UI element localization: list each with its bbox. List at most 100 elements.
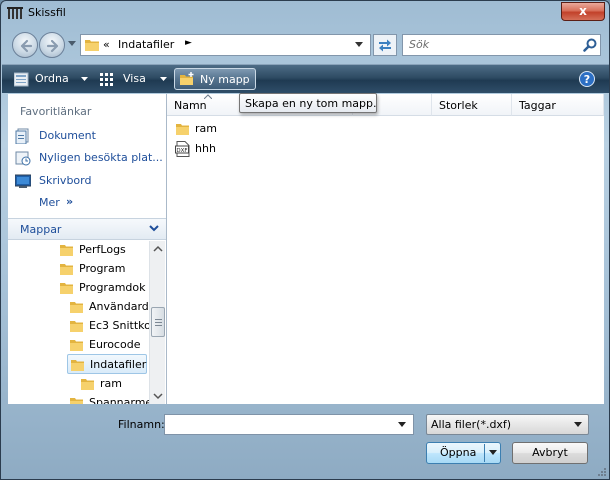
organize-label: Ordna: [35, 72, 69, 85]
tree-item-label: Program: [79, 262, 126, 275]
new-folder-label: Ny mapp: [200, 73, 250, 86]
filename-input[interactable]: [164, 414, 414, 435]
help-label: ?: [584, 73, 590, 86]
address-path-segment[interactable]: Indatafiler: [118, 38, 174, 51]
column-label: Storlek: [439, 99, 478, 112]
folder-tree-scrollbar[interactable]: [149, 241, 165, 404]
column-header-tags[interactable]: Taggar: [512, 94, 604, 116]
favorites-header: Favoritlänkar: [20, 105, 92, 118]
new-folder-tooltip: Skapa en ny tom mapp.: [239, 93, 377, 113]
tree-item-program[interactable]: Program: [59, 260, 147, 278]
tree-item-label: Programdok: [79, 281, 146, 294]
cancel-button[interactable]: Avbryt: [512, 442, 588, 464]
tree-item-ram[interactable]: ram: [80, 375, 146, 393]
file-item-ram[interactable]: ram: [175, 120, 475, 138]
folder-icon: [60, 283, 73, 294]
open-button[interactable]: Öppna: [426, 442, 501, 464]
search-input[interactable]: Sök: [409, 38, 429, 51]
address-segment-arrow[interactable]: ►: [185, 38, 192, 48]
open-label: Öppna: [440, 446, 477, 459]
documents-icon: [15, 128, 29, 144]
file-name: hhh: [195, 142, 216, 155]
refresh-icon: [379, 39, 391, 52]
tree-item-anvandard[interactable]: Användard: [69, 298, 149, 316]
favorite-desktop[interactable]: Skrivbord: [13, 172, 163, 190]
column-label: Namn: [174, 99, 207, 112]
filter-value: Alla filer(*.dxf): [431, 418, 512, 431]
tree-item-indatafiler[interactable]: Indatafiler: [67, 354, 147, 374]
search-box[interactable]: Sök: [402, 34, 601, 56]
chevron-down-icon: [149, 225, 159, 232]
tree-item-eurocode[interactable]: Eurocode: [69, 336, 149, 354]
tooltip-text: Skapa en ny tom mapp.: [245, 97, 377, 110]
address-overflow-chevron[interactable]: «: [103, 38, 110, 51]
column-label: Taggar: [519, 99, 556, 112]
organize-icon: [14, 72, 29, 87]
column-header-size[interactable]: Storlek: [432, 94, 512, 116]
scrollbar-thumb[interactable]: [151, 307, 165, 337]
refresh-button[interactable]: [373, 34, 397, 56]
filename-label: Filnamn:: [118, 418, 165, 431]
tree-item-perflogs[interactable]: PerfLogs: [59, 241, 147, 259]
organize-button[interactable]: Ordna: [14, 71, 89, 89]
sort-ascending-icon: [204, 94, 212, 99]
tree-item-label: Eurocode: [89, 338, 141, 351]
search-icon[interactable]: [583, 38, 597, 52]
new-folder-icon: [180, 72, 194, 85]
chevron-down-icon: [574, 422, 582, 427]
close-button[interactable]: x: [561, 2, 605, 21]
recent-pages-dropdown-icon[interactable]: [68, 41, 76, 46]
new-folder-button[interactable]: Ny mapp: [174, 68, 256, 90]
chevron-down-icon[interactable]: [398, 422, 406, 427]
scroll-up-icon[interactable]: [150, 241, 166, 257]
folder-icon: [60, 245, 73, 256]
recent-places-icon: [15, 151, 31, 166]
tree-item-label: ram: [100, 377, 122, 390]
favorite-recent-places[interactable]: Nyligen besökta plat...: [13, 149, 163, 167]
window-title: Skissfil: [28, 6, 66, 19]
resize-grip-icon[interactable]: [595, 467, 607, 479]
favorite-documents[interactable]: Dokument: [13, 127, 163, 145]
favorite-label: Skrivbord: [39, 174, 92, 187]
folder-icon: [70, 340, 83, 351]
address-bar[interactable]: « Indatafiler ►: [80, 34, 371, 56]
tree-item-label: PerfLogs: [79, 243, 126, 256]
tree-item-spannarme[interactable]: Spannarme: [69, 394, 152, 404]
command-bar: Ordna Visa Ny mapp ?: [2, 64, 609, 93]
folders-section-header[interactable]: Mappar: [8, 218, 166, 240]
folder-icon: [71, 360, 84, 371]
back-button[interactable]: [12, 32, 38, 58]
chevron-down-icon[interactable]: [355, 42, 363, 47]
folder-icon: [70, 398, 83, 404]
chevron-down-icon[interactable]: [489, 450, 497, 455]
help-icon[interactable]: ?: [579, 71, 595, 87]
views-button[interactable]: Visa: [100, 71, 168, 89]
navigation-bar: « Indatafiler ► Sök: [1, 29, 609, 61]
tree-item-label: Indatafiler: [90, 358, 147, 371]
dxf-file-icon: DXF: [175, 141, 190, 157]
chevron-down-icon: [81, 77, 88, 81]
more-label: Mer: [39, 196, 60, 209]
favorite-label: Nyligen besökta plat...: [39, 151, 163, 164]
tree-item-ec3-snittko[interactable]: Ec3 Snittko: [69, 317, 151, 335]
app-icon: [7, 7, 23, 19]
folders-header: Mappar: [20, 223, 62, 236]
forward-button[interactable]: [39, 32, 65, 58]
forward-arrow-icon: [46, 39, 59, 53]
folder-icon: [81, 379, 94, 390]
cancel-label: Avbryt: [532, 446, 568, 459]
file-item-hhh[interactable]: DXF hhh: [175, 140, 475, 158]
tree-item-programdok[interactable]: Programdok: [59, 279, 147, 297]
folder-icon: [85, 40, 99, 51]
double-chevron-icon: »: [66, 195, 74, 208]
file-type-filter[interactable]: Alla filer(*.dxf): [426, 414, 589, 435]
dxf-icon-text: DXF: [176, 148, 187, 154]
file-name: ram: [195, 122, 217, 135]
favorite-label: Dokument: [39, 129, 96, 142]
open-file-dialog: Skissfil x « Indatafiler ► Sök Ordna Vis…: [0, 0, 610, 480]
scroll-down-icon[interactable]: [150, 388, 166, 404]
tree-item-label: Ec3 Snittko: [89, 319, 151, 332]
favorites-more-link[interactable]: Mer »: [13, 194, 163, 212]
desktop-icon: [15, 174, 31, 188]
folder-icon: [60, 264, 73, 275]
